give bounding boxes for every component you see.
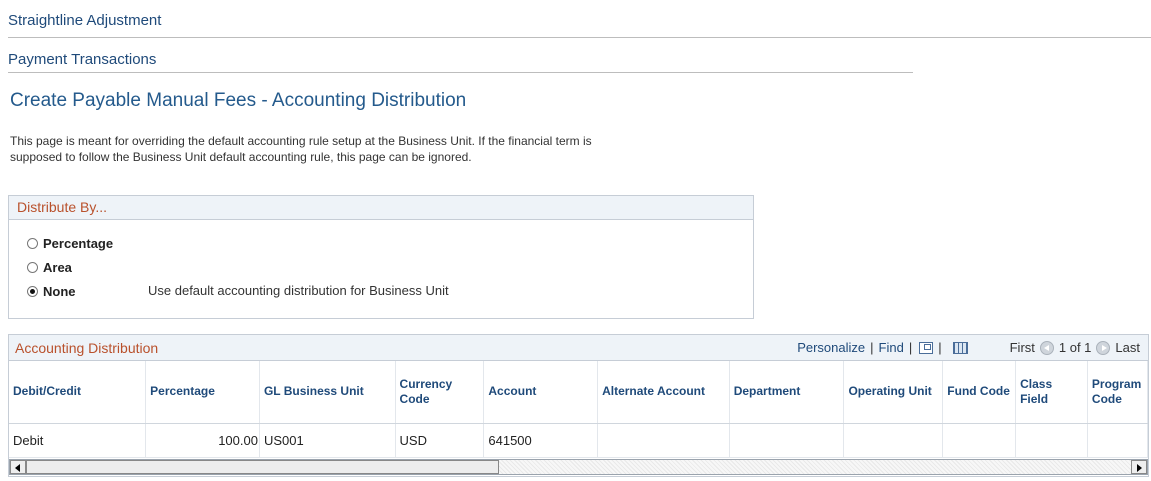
table-row: Debit 100.00 US001 USD 641500 — [9, 423, 1148, 458]
row-range: 1 of 1 — [1058, 340, 1092, 355]
previous-icon[interactable] — [1039, 340, 1054, 355]
last-label: Last — [1115, 340, 1140, 355]
cell-currency-code: USD — [395, 423, 485, 458]
grid-header: Accounting Distribution Personalize | Fi… — [9, 335, 1148, 361]
horizontal-scrollbar[interactable] — [9, 459, 1148, 475]
personalize-link[interactable]: Personalize — [797, 340, 865, 355]
radio-label: Percentage — [43, 235, 114, 251]
radio-none[interactable]: None Use default accounting distribution… — [27, 282, 627, 300]
column-header: Percentage — [145, 361, 260, 424]
cell-percentage: 100.00 — [145, 423, 260, 458]
radio-percentage[interactable]: Percentage — [27, 234, 113, 252]
radio-area[interactable]: Area — [27, 258, 72, 276]
column-header: Debit/Credit — [9, 361, 147, 424]
straightline-adjustment-link[interactable]: Straightline Adjustment — [8, 12, 161, 30]
column-header: Operating Unit — [843, 361, 944, 424]
table-header-row: Debit/Credit Percentage GL Business Unit… — [9, 361, 1148, 424]
download-spreadsheet-icon[interactable] — [952, 341, 968, 354]
accounting-distribution-grid: Accounting Distribution Personalize | Fi… — [8, 334, 1149, 477]
cell-class-field — [1015, 423, 1088, 458]
scroll-right-icon[interactable] — [1131, 460, 1147, 474]
column-header: Fund Code — [942, 361, 1017, 424]
column-header: Department — [729, 361, 845, 424]
radio-button-icon[interactable] — [27, 261, 38, 273]
section-divider — [8, 72, 913, 73]
next-icon[interactable] — [1096, 340, 1111, 355]
cell-fund-code — [942, 423, 1017, 458]
first-label: First — [1009, 340, 1035, 355]
cell-debit-credit: Debit — [9, 423, 147, 458]
radio-button-icon[interactable] — [27, 237, 38, 249]
column-header: Class Field — [1015, 361, 1088, 424]
payment-transactions-link[interactable]: Payment Transactions — [8, 51, 156, 69]
section-divider — [8, 37, 1151, 38]
column-header: GL Business Unit — [259, 361, 396, 424]
nav-separator: | — [870, 340, 874, 355]
distribute-by-group: Distribute By... Percentage Area None Us… — [8, 195, 754, 319]
grid-navigation: Personalize | Find | | First 1 of 1 Last — [797, 340, 1140, 355]
scrollbar-thumb[interactable] — [26, 460, 499, 474]
page-title: Create Payable Manual Fees - Accounting … — [10, 90, 467, 111]
nav-separator: | — [908, 340, 913, 355]
none-help-text: Use default accounting distribution for … — [148, 283, 449, 298]
distribute-by-title: Distribute By... — [9, 196, 753, 220]
cell-alternate-account — [597, 423, 730, 458]
page-instructions: This page is meant for overriding the de… — [10, 134, 592, 164]
distribution-table: Debit/Credit Percentage GL Business Unit… — [9, 361, 1148, 458]
grid-title: Accounting Distribution — [15, 340, 159, 356]
view-all-icon[interactable] — [919, 341, 934, 354]
column-header: Currency Code — [395, 361, 485, 424]
scroll-left-icon[interactable] — [10, 460, 26, 474]
cell-operating-unit — [843, 423, 944, 458]
find-link[interactable]: Find — [879, 340, 904, 355]
radio-label: None — [43, 283, 76, 299]
column-header: Account — [483, 361, 599, 424]
radio-button-selected-icon[interactable] — [27, 285, 38, 297]
cell-department — [729, 423, 845, 458]
cell-account: 641500 — [483, 423, 599, 458]
radio-label: Area — [43, 259, 72, 275]
cell-program-code — [1087, 423, 1148, 458]
column-header: Program Code — [1087, 361, 1148, 424]
nav-separator: | — [938, 340, 942, 355]
column-header: Alternate Account — [597, 361, 730, 424]
cell-gl-business-unit: US001 — [259, 423, 396, 458]
